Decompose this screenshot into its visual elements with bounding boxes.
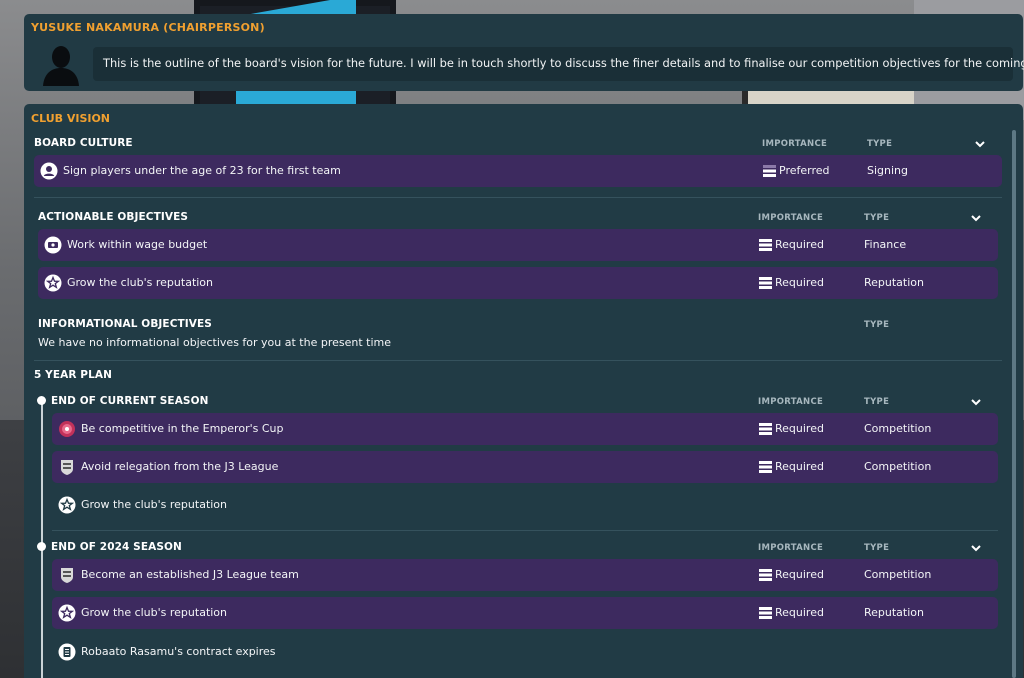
emperors-cup-icon: [59, 421, 75, 437]
person-icon: [40, 162, 58, 180]
current-season-row-relegation[interactable]: Avoid relegation from the J3 League Requ…: [52, 451, 998, 483]
season-2024-row-contract[interactable]: Robaato Rasamu's contract expires: [52, 636, 998, 668]
season-2024-chevron-down-icon[interactable]: [970, 543, 982, 553]
importance-value: Required: [775, 460, 824, 473]
actionable-row-wage[interactable]: Work within wage budget Required Finance: [38, 229, 998, 261]
current-season-row-emperors-cup[interactable]: Be competitive in the Emperor's Cup Requ…: [52, 413, 998, 445]
actionable-type-header[interactable]: TYPE: [864, 213, 889, 223]
type-value: Competition: [864, 460, 932, 473]
informational-objectives-title: INFORMATIONAL OBJECTIVES: [38, 318, 212, 330]
section-divider: [52, 530, 998, 531]
actionable-chevron-down-icon[interactable]: [970, 213, 982, 223]
importance-value: Preferred: [779, 164, 830, 177]
wage-icon: [44, 236, 62, 254]
objective-label: Become an established J3 League team: [81, 568, 299, 581]
chairperson-name[interactable]: YUSUKE NAKAMURA (CHAIRPERSON): [31, 21, 265, 34]
board-culture-chevron-down-icon[interactable]: [974, 139, 986, 149]
current-season-chevron-down-icon[interactable]: [970, 397, 982, 407]
current-season-type-header[interactable]: TYPE: [864, 397, 889, 407]
importance-value: Required: [775, 606, 824, 619]
season-2024-title: END OF 2024 SEASON: [51, 541, 182, 553]
star-icon: [58, 496, 76, 514]
timeline-dot: [37, 542, 46, 551]
objective-label: Be competitive in the Emperor's Cup: [81, 422, 284, 435]
chairperson-message: This is the outline of the board's visio…: [93, 47, 1024, 81]
j3-league-icon: [61, 568, 73, 583]
informational-empty-text: We have no informational objectives for …: [38, 336, 392, 349]
informational-type-header[interactable]: TYPE: [864, 320, 889, 330]
objective-label: Robaato Rasamu's contract expires: [81, 645, 276, 658]
importance-value: Required: [775, 422, 824, 435]
timeline-dot: [37, 396, 46, 405]
importance-value: Required: [775, 238, 824, 251]
type-value: Competition: [864, 568, 932, 581]
importance-required-icon: [759, 423, 772, 435]
j3-league-icon: [61, 460, 73, 475]
section-divider: [34, 197, 1002, 198]
objective-label: Avoid relegation from the J3 League: [81, 460, 279, 473]
importance-required-icon: [759, 277, 772, 289]
importance-value: Required: [775, 276, 824, 289]
season-2024-type-header[interactable]: TYPE: [864, 543, 889, 553]
star-icon: [58, 604, 76, 622]
club-vision-panel: CLUB VISION BOARD CULTURE IMPORTANCE TYP…: [24, 104, 1023, 678]
actionable-importance-header[interactable]: IMPORTANCE: [758, 213, 823, 223]
board-culture-importance-header[interactable]: IMPORTANCE: [762, 139, 827, 149]
board-culture-title: BOARD CULTURE: [34, 137, 133, 149]
type-value: Reputation: [864, 606, 924, 619]
current-season-title: END OF CURRENT SEASON: [51, 395, 209, 407]
five-year-plan-title: 5 YEAR PLAN: [34, 369, 113, 381]
objective-label: Grow the club's reputation: [81, 606, 228, 619]
board-culture-type-header[interactable]: TYPE: [867, 139, 892, 149]
season-2024-row-j3-established[interactable]: Become an established J3 League team Req…: [52, 559, 998, 591]
importance-value: Required: [775, 568, 824, 581]
chairperson-avatar-icon: [43, 46, 79, 86]
season-2024-row-reputation[interactable]: Grow the club's reputation Required Repu…: [52, 597, 998, 629]
club-vision-title: CLUB VISION: [31, 112, 111, 125]
five-year-timeline: [41, 399, 43, 678]
importance-required-icon: [759, 239, 772, 251]
contract-icon: [58, 643, 76, 661]
section-divider: [34, 360, 1002, 361]
importance-required-icon: [759, 461, 772, 473]
objective-label: Grow the club's reputation: [81, 498, 228, 511]
type-value: Competition: [864, 422, 932, 435]
importance-required-icon: [759, 607, 772, 619]
current-season-importance-header[interactable]: IMPORTANCE: [758, 397, 823, 407]
type-value: Reputation: [864, 276, 924, 289]
objective-label: Grow the club's reputation: [67, 276, 214, 289]
objective-label: Work within wage budget: [67, 238, 208, 251]
importance-required-icon: [759, 569, 772, 581]
actionable-row-reputation[interactable]: Grow the club's reputation Required Repu…: [38, 267, 998, 299]
current-season-row-reputation[interactable]: Grow the club's reputation: [52, 489, 998, 521]
type-value: Signing: [867, 164, 909, 177]
season-2024-importance-header[interactable]: IMPORTANCE: [758, 543, 823, 553]
chairperson-panel: YUSUKE NAKAMURA (CHAIRPERSON) This is th…: [24, 14, 1024, 91]
star-icon: [44, 274, 62, 292]
importance-preferred-icon: [763, 165, 776, 177]
actionable-objectives-title: ACTIONABLE OBJECTIVES: [38, 211, 189, 223]
board-culture-row[interactable]: Sign players under the age of 23 for the…: [34, 155, 1002, 187]
type-value: Finance: [864, 238, 907, 251]
vision-scrollbar[interactable]: [1012, 130, 1016, 678]
objective-label: Sign players under the age of 23 for the…: [63, 164, 341, 177]
